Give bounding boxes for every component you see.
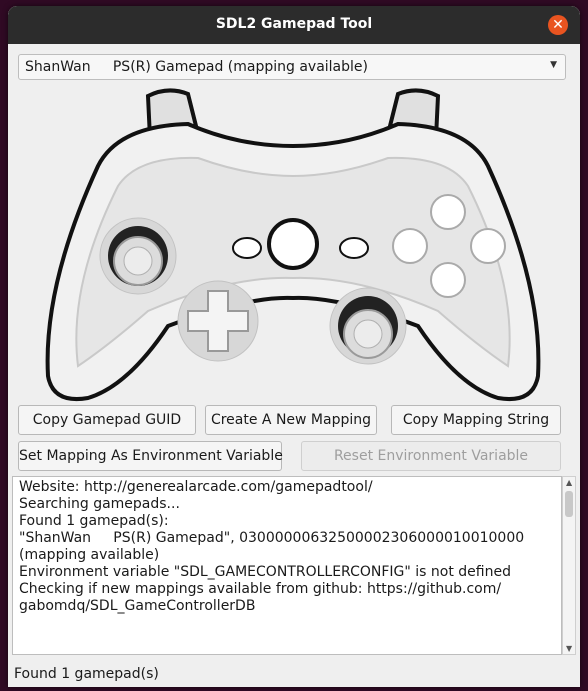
app-window: SDL2 Gamepad Tool ✕ ShanWan PS(R) Gamepa… [8, 6, 580, 687]
scroll-thumb[interactable] [565, 491, 573, 517]
log-line: "ShanWan PS(R) Gamepad", 030000006325000… [19, 530, 525, 563]
log-line: Checking if new mappings available from … [19, 581, 502, 614]
close-button[interactable]: ✕ [548, 15, 568, 35]
set-env-button[interactable]: Set Mapping As Environment Variable [18, 441, 283, 471]
copy-mapping-button[interactable]: Copy Mapping String [391, 405, 561, 435]
log-line: Environment variable "SDL_GAMECONTROLLER… [19, 564, 511, 580]
create-mapping-button[interactable]: Create A New Mapping [205, 405, 377, 435]
log-line: Website: http://generealarcade.com/gamep… [19, 479, 373, 495]
gamepad-select[interactable]: ShanWan PS(R) Gamepad (mapping available… [18, 54, 566, 80]
status-bar-text: Found 1 gamepad(s) [14, 666, 159, 682]
log-line: Searching gamepads... [19, 496, 180, 512]
log-scrollbar[interactable]: ▲ ▼ [562, 476, 576, 655]
gamepad-illustration [45, 88, 541, 401]
dropdown-arrow-icon: ▼ [550, 60, 557, 70]
scroll-up-icon[interactable]: ▲ [566, 478, 572, 487]
scroll-down-icon[interactable]: ▼ [566, 644, 572, 653]
log-line: Found 1 gamepad(s): [19, 513, 169, 529]
close-icon: ✕ [552, 17, 564, 33]
copy-guid-button[interactable]: Copy Gamepad GUID [18, 405, 196, 435]
reset-env-button: Reset Environment Variable [301, 441, 561, 471]
gamepad-select-value: ShanWan PS(R) Gamepad (mapping available… [25, 59, 368, 75]
log-output[interactable]: Website: http://generealarcade.com/gamep… [12, 476, 562, 655]
title-bar[interactable]: SDL2 Gamepad Tool ✕ [8, 6, 580, 44]
window-title: SDL2 Gamepad Tool [215, 16, 373, 32]
